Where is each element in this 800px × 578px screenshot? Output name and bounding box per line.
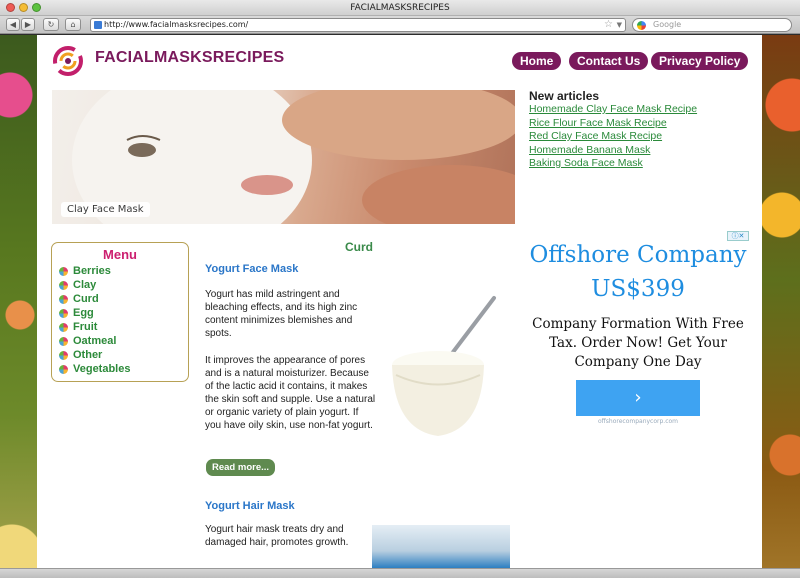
flower-bullet-icon [59,322,68,332]
ad-arrow-button[interactable]: › [576,380,700,416]
article-link[interactable]: Baking Soda Face Mask [529,157,697,171]
nav-home-button[interactable]: Home [512,52,562,70]
menu-item-egg[interactable]: Egg [59,306,181,320]
article-paragraph: It improves the appearance of pores and … [205,355,376,431]
window-controls [6,3,41,12]
menu-item-clay[interactable]: Clay [59,278,181,292]
flower-bullet-icon [59,280,68,290]
advertisement[interactable]: ⓘ✕ Offshore Company US$399 Company Forma… [527,231,749,461]
flower-bullet-icon [59,364,68,374]
bookmark-star-icon[interactable]: ☆ [604,19,613,31]
read-more-button[interactable]: Read more... [206,459,276,476]
google-icon [637,21,646,30]
close-window-button[interactable] [6,3,15,12]
ad-body: Company Formation With Free Tax. Order N… [532,316,744,370]
menu-item-berries[interactable]: Berries [59,264,181,278]
forward-button[interactable]: ▶ [21,18,35,31]
section-title: Curd [345,240,373,254]
category-menu: Menu Berries Clay Curd Egg Fruit Oatmeal… [51,242,189,382]
yogurt-bowl-image [392,296,496,436]
flower-bullet-icon [59,350,68,360]
favicon-icon [94,21,102,29]
nav-contact-button[interactable]: Contact Us [569,52,649,70]
ad-headline[interactable]: Offshore Company US$399 [527,238,749,306]
hero-caption: Clay Face Mask [61,202,150,217]
url-dropdown-icon[interactable]: ▼ [617,19,622,31]
flower-bullet-icon [59,266,68,276]
nav-privacy-button[interactable]: Privacy Policy [651,52,749,70]
menu-item-curd[interactable]: Curd [59,292,181,306]
menu-item-oatmeal[interactable]: Oatmeal [59,334,181,348]
menu-item-other[interactable]: Other [59,348,181,362]
article-title[interactable]: Yogurt Hair Mask [205,500,295,512]
background-flowers-left [0,35,37,578]
article-paragraph: Yogurt has mild astringent and bleaching… [205,289,358,339]
zoom-window-button[interactable] [32,3,41,12]
minimize-window-button[interactable] [19,3,28,12]
home-icon[interactable]: ⌂ [65,18,81,31]
search-placeholder: Google [653,20,682,29]
window-titlebar: FACIALMASKSRECIPES [0,0,800,16]
article-paragraph: Yogurt hair mask treats dry and damaged … [205,524,349,548]
article-link[interactable]: Rice Flour Face Mask Recipe [529,117,697,131]
address-bar[interactable]: http://www.facialmasksrecipes.com/ ☆ ▼ [90,18,626,32]
back-button[interactable]: ◀ [6,18,20,31]
flower-bullet-icon [59,336,68,346]
hair-mask-image [372,525,510,568]
site-name[interactable]: FACIALMASKSRECIPES [95,49,284,67]
article-link[interactable]: Homemade Banana Mask [529,144,697,158]
adchoices-icon[interactable]: ⓘ✕ [727,231,749,241]
web-page: FACIALMASKSRECIPES Home Contact Us Priva… [37,35,762,568]
browser-toolbar: ◀ ▶ ↻ ⌂ http://www.facialmasksrecipes.co… [0,16,800,34]
menu-item-vegetables[interactable]: Vegetables [59,362,181,376]
ad-url: offshorecompanycorp.com [597,418,679,425]
flower-bullet-icon [59,294,68,304]
article-title[interactable]: Yogurt Face Mask [205,263,298,275]
window-title: FACIALMASKSRECIPES [350,3,450,13]
search-input[interactable]: Google [632,18,792,32]
new-articles: New articles Homemade Clay Face Mask Rec… [529,89,697,171]
hero-image[interactable]: Clay Face Mask [52,90,515,224]
article-link[interactable]: Homemade Clay Face Mask Recipe [529,103,697,117]
new-articles-heading: New articles [529,89,600,103]
menu-title: Menu [103,247,137,262]
background-flowers-right [762,35,800,578]
flower-bullet-icon [59,308,68,318]
article-link[interactable]: Red Clay Face Mask Recipe [529,130,697,144]
menu-item-fruit[interactable]: Fruit [59,320,181,334]
status-bar [0,568,800,578]
reload-button[interactable]: ↻ [43,18,59,31]
url-text: http://www.facialmasksrecipes.com/ [104,20,249,29]
site-logo-icon[interactable] [51,45,87,77]
